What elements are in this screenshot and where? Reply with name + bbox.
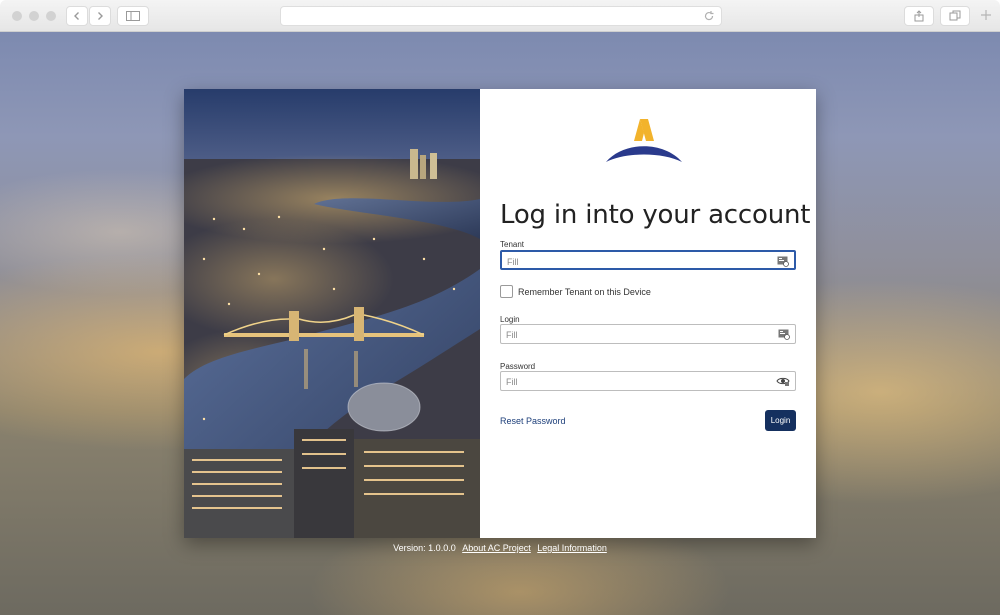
tenant-field[interactable]: [500, 250, 796, 270]
sidebar-icon: [126, 11, 140, 21]
login-button[interactable]: Login: [765, 410, 796, 431]
chevron-right-icon: [98, 12, 103, 20]
footer: Version: 1.0.0.0 About AC Project Legal …: [0, 543, 1000, 553]
forward-button[interactable]: [89, 6, 111, 26]
brand-logo: [606, 119, 682, 162]
page-title: Log in into your account: [500, 200, 811, 230]
login-field[interactable]: [500, 324, 796, 344]
remember-tenant-label: Remember Tenant on this Device: [518, 286, 651, 297]
share-icon: [914, 10, 924, 22]
tenant-input[interactable]: [502, 254, 762, 270]
address-bar[interactable]: [280, 6, 722, 26]
eye-icon[interactable]: [776, 375, 790, 387]
reset-password-link[interactable]: Reset Password: [500, 416, 566, 426]
back-button[interactable]: [66, 6, 88, 26]
reload-icon[interactable]: [703, 10, 715, 22]
city-photo: [184, 89, 480, 538]
new-tab-icon[interactable]: [980, 9, 992, 21]
tenant-label: Tenant: [500, 240, 525, 249]
legal-link[interactable]: Legal Information: [537, 543, 607, 553]
zoom-window-button[interactable]: [46, 11, 56, 21]
tabs-icon: [949, 10, 961, 21]
browser-toolbar: [0, 0, 1000, 32]
tabs-button[interactable]: [940, 6, 970, 26]
login-card: Log in into your account Tenant Remember…: [184, 89, 816, 538]
contact-card-icon: [778, 329, 790, 340]
window-controls: [12, 11, 56, 21]
chevron-left-icon: [74, 12, 79, 20]
login-label: Login: [500, 315, 520, 324]
contact-card-icon: [777, 256, 789, 267]
password-field[interactable]: [500, 371, 796, 391]
minimize-window-button[interactable]: [29, 11, 39, 21]
version-text: Version: 1.0.0.0: [393, 543, 456, 553]
login-input[interactable]: [501, 326, 761, 344]
password-input[interactable]: [501, 373, 761, 391]
remember-tenant-row: Remember Tenant on this Device: [500, 285, 651, 298]
about-link[interactable]: About AC Project: [462, 543, 531, 553]
city-night-illustration: [184, 89, 480, 538]
password-label: Password: [500, 362, 536, 371]
close-window-button[interactable]: [12, 11, 22, 21]
share-button[interactable]: [904, 6, 934, 26]
sidebar-toggle-button[interactable]: [117, 6, 149, 26]
login-panel: Log in into your account Tenant Remember…: [480, 89, 816, 538]
remember-tenant-checkbox[interactable]: [500, 285, 513, 298]
